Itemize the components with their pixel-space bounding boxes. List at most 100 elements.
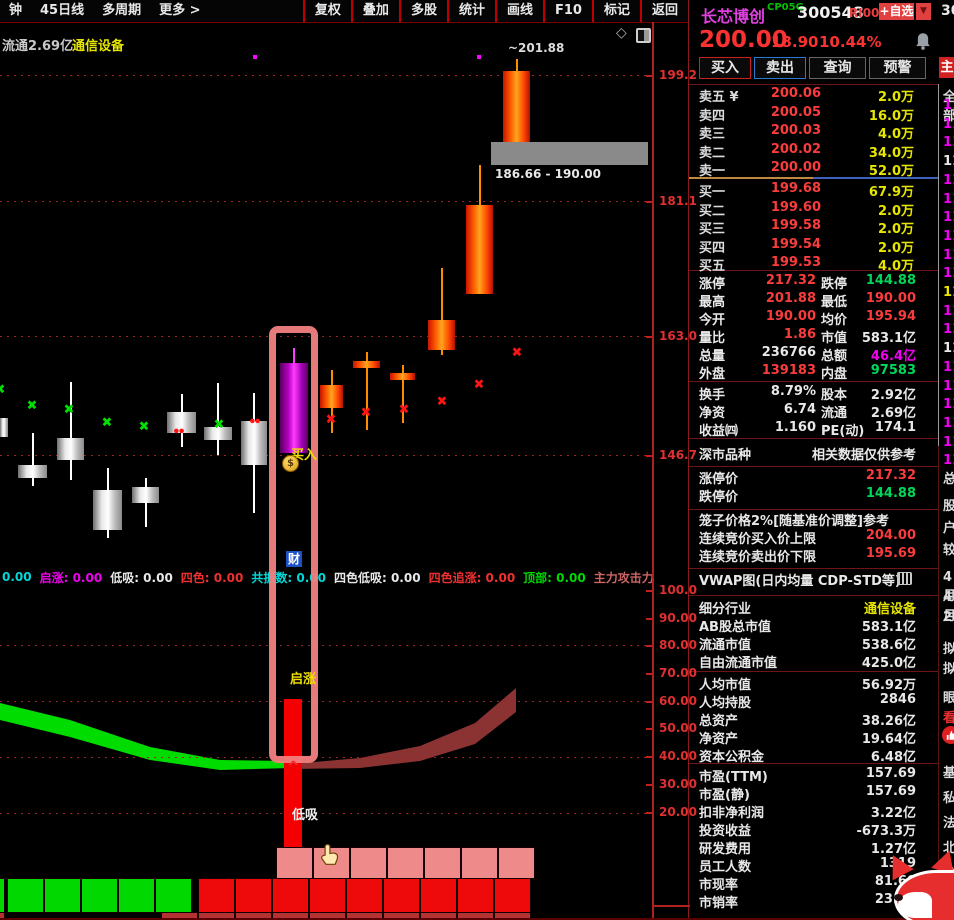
red-dot-pair: ●●	[249, 417, 261, 425]
add-watchlist-button[interactable]: +自选	[879, 3, 914, 20]
stats-row: 今开 190.00 均价 195.94	[689, 309, 938, 328]
y-tick-mark-lower	[646, 701, 652, 703]
stats-row: 总量 236766 总额 46.4亿	[689, 345, 938, 364]
buy-level-1[interactable]: 买一 199.68 67.9万	[689, 181, 938, 200]
menu-item-right-2[interactable]: 多股	[398, 0, 447, 22]
detail-label: 市盈(TTM)	[699, 770, 768, 785]
fox-mascot-icon[interactable]	[876, 846, 954, 920]
mini-chart-icon[interactable]	[897, 572, 912, 585]
stats-row: 外盘 139183 内盘 97583	[689, 363, 938, 382]
candle-body[interactable]	[503, 71, 530, 143]
buy-level-3[interactable]: 买三 199.58 2.0万	[689, 218, 938, 237]
trade-button-查询[interactable]: 查询	[809, 57, 866, 79]
stat: 583.1亿	[861, 331, 916, 346]
menu-item-right-5[interactable]: F10	[542, 0, 592, 22]
candle-body[interactable]	[241, 421, 267, 465]
market-type-header: 深市品种 相关数据仅供参考	[689, 444, 938, 463]
candle-body[interactable]	[57, 438, 84, 460]
buy-level-2[interactable]: 买二 199.60 2.0万	[689, 200, 938, 219]
level-volume: 2.0万	[877, 90, 914, 105]
green-x-mark: ✖	[0, 384, 5, 397]
candle-body[interactable]	[353, 361, 380, 368]
sell-level-5[interactable]: 卖五 ¥ 200.06 2.0万	[689, 86, 938, 105]
menu-item-2[interactable]: 多周期	[93, 0, 150, 22]
divider-line	[689, 466, 938, 467]
level-volume: 4.0万	[877, 259, 914, 274]
menu-item-right-7[interactable]: 返回	[639, 0, 688, 22]
strip-label: 基	[943, 766, 954, 781]
industry-row: AB股总市值 583.1亿	[689, 616, 938, 635]
detail-value: 217.32	[865, 468, 916, 483]
y-tick-label: 181.1	[659, 194, 697, 208]
holder-row: 净资产 19.64亿	[689, 728, 938, 747]
stats-row: 净资 6.74 流通 2.69亿	[689, 402, 938, 421]
trade-button-买入[interactable]: 买入	[699, 57, 751, 79]
y-tick-label-lower: 30.00	[659, 777, 697, 791]
heat-cell-row2_green	[81, 878, 118, 913]
cage-price-note: 笼子价格2%[随基准价调整]参考	[689, 510, 938, 529]
candle-body[interactable]	[390, 373, 415, 380]
menu-item-right-4[interactable]: 画线	[494, 0, 543, 22]
strip-label: 看	[943, 711, 954, 726]
menu-item-right-0[interactable]: 复权	[302, 0, 351, 22]
sell-level-1[interactable]: 卖一 200.00 52.0万	[689, 160, 938, 179]
menu-item-0[interactable]: 钟	[0, 0, 31, 22]
menu-item-right-6[interactable]: 标记	[591, 0, 640, 22]
candlestick-chart-panel[interactable]: 流通2.69亿 通信设备	[0, 22, 652, 569]
candle-body[interactable]	[132, 487, 159, 503]
vwap-chart-link[interactable]: VWAP图(日内均量 CDP-STD等)	[689, 570, 938, 589]
y-tick-mark-lower	[646, 784, 652, 786]
y-tick-mark-lower	[646, 590, 652, 592]
indicator-value-8: 主力攻击力度: 384.93	[593, 570, 652, 585]
heat-cell-row2_red	[420, 878, 457, 913]
menu-item-right-3[interactable]: 统计	[446, 0, 495, 22]
level-label: 买四	[699, 240, 726, 256]
strip-label: 总	[943, 472, 954, 487]
cai-badge: 财	[286, 551, 302, 567]
y-tick-label-lower: 20.00	[659, 805, 697, 819]
buy-level-4[interactable]: 买四 199.54 2.0万	[689, 237, 938, 256]
level-label: 卖三	[699, 127, 726, 142]
trade-button-卖出[interactable]: 卖出	[754, 57, 806, 79]
alert-bell-icon[interactable]	[915, 32, 931, 50]
candle-body[interactable]	[466, 205, 493, 294]
menu-item-3[interactable]: 更多 >	[150, 0, 209, 22]
watchlist-dropdown[interactable]: ▼	[916, 3, 931, 20]
sector-tag[interactable]: 通信设备	[72, 35, 124, 54]
divider-line	[689, 509, 938, 510]
candle-body[interactable]	[428, 320, 455, 350]
detail-label: 深市品种	[699, 448, 752, 463]
valuation-row: 市盈(TTM) 157.69	[689, 766, 938, 785]
panel-toggle-icon[interactable]	[636, 28, 651, 43]
sell-level-4[interactable]: 卖四 200.05 16.0万	[689, 105, 938, 124]
menu-item-right-1[interactable]: 叠加	[350, 0, 399, 22]
trade-button-预警[interactable]: 预警	[869, 57, 926, 79]
stat: 1.86	[783, 327, 816, 342]
red-x-mark: ✖	[473, 377, 485, 393]
green-x-mark: ✖	[213, 417, 225, 433]
menu-item-1[interactable]: 45日线	[31, 0, 93, 22]
detail-label: VWAP图(日内均量 CDP-STD等)	[699, 574, 901, 589]
buy-level-5[interactable]: 买五 199.53 4.0万	[689, 255, 938, 274]
stat: 收益㈣	[699, 424, 739, 439]
sell-level-3[interactable]: 卖三 200.03 4.0万	[689, 123, 938, 142]
heat-cell-row2_red	[272, 878, 309, 913]
diamond-icon[interactable]: ◇	[616, 25, 627, 41]
candle-body[interactable]	[93, 490, 122, 530]
price-axis-line	[652, 22, 654, 918]
thumbs-up-icon[interactable]	[942, 726, 954, 744]
magenta-dot	[253, 55, 257, 59]
y-tick-label-lower: 60.00	[659, 694, 697, 708]
detail-label: 涨停价	[699, 472, 739, 487]
candle-body[interactable]	[18, 465, 47, 478]
stat: 174.1	[874, 420, 916, 435]
stat: 2.92亿	[870, 388, 916, 403]
candle-body[interactable]	[320, 385, 343, 408]
detail-label: 流通市值	[699, 638, 752, 653]
side-tab[interactable]: 主	[939, 57, 954, 78]
sell-level-2[interactable]: 卖二 200.02 34.0万	[689, 142, 938, 161]
stat: 190.00	[865, 291, 916, 306]
detail-value: 144.88	[865, 486, 916, 501]
candle-body[interactable]	[0, 418, 8, 437]
detail-value: 157.69	[865, 784, 916, 799]
